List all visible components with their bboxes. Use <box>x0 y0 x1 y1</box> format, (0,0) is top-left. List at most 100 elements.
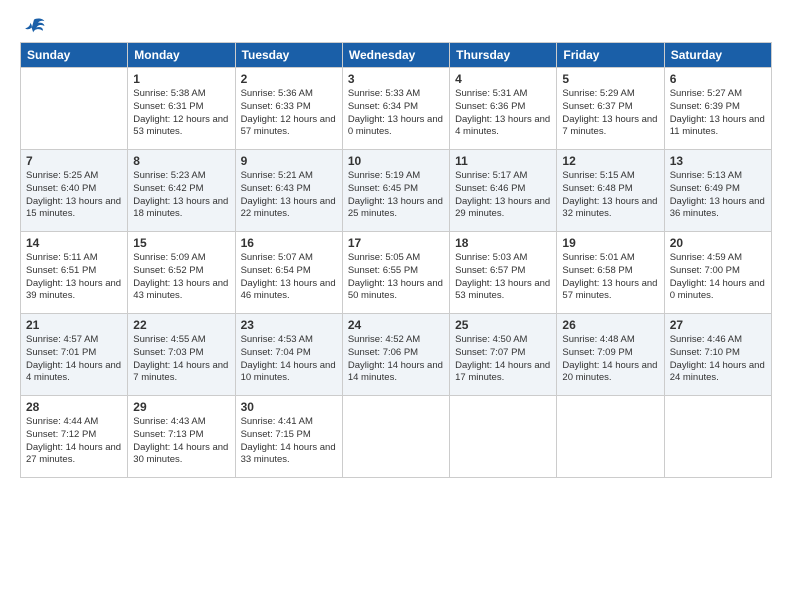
day-cell: 30Sunrise: 4:41 AMSunset: 7:15 PMDayligh… <box>235 396 342 478</box>
week-row-1: 1Sunrise: 5:38 AMSunset: 6:31 PMDaylight… <box>21 68 772 150</box>
day-info: Sunrise: 4:52 AMSunset: 7:06 PMDaylight:… <box>348 334 444 385</box>
day-number: 17 <box>348 236 444 250</box>
day-cell <box>664 396 771 478</box>
day-number: 26 <box>562 318 658 332</box>
day-cell: 6 Sunrise: 5:27 AMSunset: 6:39 PMDaylight… <box>664 68 771 150</box>
day-cell: 3 Sunrise: 5:33 AMSunset: 6:34 PMDaylight… <box>342 68 449 150</box>
day-cell: 23 Sunrise: 4:53 AMSunset: 7:04 PMDayligh… <box>235 314 342 396</box>
day-info: Sunrise: 5:01 AMSunset: 6:58 PMDaylight:… <box>562 252 658 303</box>
day-number: 22 <box>133 318 229 332</box>
day-info: Sunrise: 5:31 AMSunset: 6:36 PMDaylight:… <box>455 88 551 139</box>
page: SundayMondayTuesdayWednesdayThursdayFrid… <box>0 0 792 612</box>
week-row-2: 7 Sunrise: 5:25 AMSunset: 6:40 PMDaylight… <box>21 150 772 232</box>
day-number: 5 <box>562 72 658 86</box>
col-header-saturday: Saturday <box>664 43 771 68</box>
day-info: Sunrise: 5:15 AMSunset: 6:48 PMDaylight:… <box>562 170 658 221</box>
day-cell: 7 Sunrise: 5:25 AMSunset: 6:40 PMDaylight… <box>21 150 128 232</box>
day-info: Sunrise: 5:27 AMSunset: 6:39 PMDaylight:… <box>670 88 766 139</box>
day-info: Sunrise: 5:38 AMSunset: 6:31 PMDaylight:… <box>133 88 229 139</box>
day-number: 8 <box>133 154 229 168</box>
day-cell: 29 Sunrise: 4:43 AMSunset: 7:13 PMDayligh… <box>128 396 235 478</box>
day-info: Sunrise: 5:33 AMSunset: 6:34 PMDaylight:… <box>348 88 444 139</box>
day-info: Sunrise: 5:25 AMSunset: 6:40 PMDaylight:… <box>26 170 122 221</box>
day-info: Sunrise: 5:19 AMSunset: 6:45 PMDaylight:… <box>348 170 444 221</box>
day-cell: 21 Sunrise: 4:57 AMSunset: 7:01 PMDayligh… <box>21 314 128 396</box>
day-number: 14 <box>26 236 122 250</box>
day-cell: 2 Sunrise: 5:36 AMSunset: 6:33 PMDaylight… <box>235 68 342 150</box>
day-number: 27 <box>670 318 766 332</box>
logo-text <box>20 16 46 36</box>
day-cell <box>557 396 664 478</box>
day-cell: 14Sunrise: 5:11 AMSunset: 6:51 PMDayligh… <box>21 232 128 314</box>
day-number: 30 <box>241 400 337 414</box>
day-cell: 11 Sunrise: 5:17 AMSunset: 6:46 PMDayligh… <box>450 150 557 232</box>
day-cell: 24Sunrise: 4:52 AMSunset: 7:06 PMDayligh… <box>342 314 449 396</box>
day-number: 29 <box>133 400 229 414</box>
day-number: 23 <box>241 318 337 332</box>
day-cell: 5Sunrise: 5:29 AMSunset: 6:37 PMDaylight… <box>557 68 664 150</box>
day-cell: 9Sunrise: 5:21 AMSunset: 6:43 PMDaylight… <box>235 150 342 232</box>
day-cell: 16Sunrise: 5:07 AMSunset: 6:54 PMDayligh… <box>235 232 342 314</box>
day-info: Sunrise: 4:53 AMSunset: 7:04 PMDaylight:… <box>241 334 337 385</box>
day-cell: 13 Sunrise: 5:13 AMSunset: 6:49 PMDayligh… <box>664 150 771 232</box>
day-info: Sunrise: 4:57 AMSunset: 7:01 PMDaylight:… <box>26 334 122 385</box>
day-number: 12 <box>562 154 658 168</box>
day-number: 4 <box>455 72 551 86</box>
logo-bird-icon <box>22 16 46 36</box>
day-cell: 1Sunrise: 5:38 AMSunset: 6:31 PMDaylight… <box>128 68 235 150</box>
day-cell: 26 Sunrise: 4:48 AMSunset: 7:09 PMDayligh… <box>557 314 664 396</box>
col-header-thursday: Thursday <box>450 43 557 68</box>
day-cell: 27 Sunrise: 4:46 AMSunset: 7:10 PMDayligh… <box>664 314 771 396</box>
day-info: Sunrise: 5:13 AMSunset: 6:49 PMDaylight:… <box>670 170 766 221</box>
day-number: 6 <box>670 72 766 86</box>
day-number: 13 <box>670 154 766 168</box>
day-info: Sunrise: 5:23 AMSunset: 6:42 PMDaylight:… <box>133 170 229 221</box>
day-info: Sunrise: 4:59 AMSunset: 7:00 PMDaylight:… <box>670 252 766 303</box>
day-info: Sunrise: 5:17 AMSunset: 6:46 PMDaylight:… <box>455 170 551 221</box>
day-info: Sunrise: 4:50 AMSunset: 7:07 PMDaylight:… <box>455 334 551 385</box>
day-cell: 19Sunrise: 5:01 AMSunset: 6:58 PMDayligh… <box>557 232 664 314</box>
day-cell: 25 Sunrise: 4:50 AMSunset: 7:07 PMDayligh… <box>450 314 557 396</box>
day-number: 7 <box>26 154 122 168</box>
logo <box>20 16 46 36</box>
day-number: 3 <box>348 72 444 86</box>
day-info: Sunrise: 5:21 AMSunset: 6:43 PMDaylight:… <box>241 170 337 221</box>
header <box>20 16 772 36</box>
calendar-table: SundayMondayTuesdayWednesdayThursdayFrid… <box>20 42 772 478</box>
day-cell: 18Sunrise: 5:03 AMSunset: 6:57 PMDayligh… <box>450 232 557 314</box>
day-number: 2 <box>241 72 337 86</box>
col-header-sunday: Sunday <box>21 43 128 68</box>
day-cell: 17 Sunrise: 5:05 AMSunset: 6:55 PMDayligh… <box>342 232 449 314</box>
col-header-friday: Friday <box>557 43 664 68</box>
day-number: 16 <box>241 236 337 250</box>
day-cell <box>450 396 557 478</box>
day-number: 28 <box>26 400 122 414</box>
day-info: Sunrise: 5:36 AMSunset: 6:33 PMDaylight:… <box>241 88 337 139</box>
day-number: 20 <box>670 236 766 250</box>
day-number: 18 <box>455 236 551 250</box>
day-number: 15 <box>133 236 229 250</box>
day-info: Sunrise: 4:43 AMSunset: 7:13 PMDaylight:… <box>133 416 229 467</box>
day-info: Sunrise: 4:55 AMSunset: 7:03 PMDaylight:… <box>133 334 229 385</box>
day-info: Sunrise: 4:44 AMSunset: 7:12 PMDaylight:… <box>26 416 122 467</box>
calendar-body: 1Sunrise: 5:38 AMSunset: 6:31 PMDaylight… <box>21 68 772 478</box>
day-cell: 4 Sunrise: 5:31 AMSunset: 6:36 PMDaylight… <box>450 68 557 150</box>
day-cell: 15 Sunrise: 5:09 AMSunset: 6:52 PMDayligh… <box>128 232 235 314</box>
week-row-4: 21 Sunrise: 4:57 AMSunset: 7:01 PMDayligh… <box>21 314 772 396</box>
day-info: Sunrise: 4:48 AMSunset: 7:09 PMDaylight:… <box>562 334 658 385</box>
day-cell: 22 Sunrise: 4:55 AMSunset: 7:03 PMDayligh… <box>128 314 235 396</box>
day-cell: 10Sunrise: 5:19 AMSunset: 6:45 PMDayligh… <box>342 150 449 232</box>
week-row-3: 14Sunrise: 5:11 AMSunset: 6:51 PMDayligh… <box>21 232 772 314</box>
day-cell: 12 Sunrise: 5:15 AMSunset: 6:48 PMDayligh… <box>557 150 664 232</box>
day-info: Sunrise: 5:09 AMSunset: 6:52 PMDaylight:… <box>133 252 229 303</box>
day-cell: 28 Sunrise: 4:44 AMSunset: 7:12 PMDayligh… <box>21 396 128 478</box>
day-info: Sunrise: 5:05 AMSunset: 6:55 PMDaylight:… <box>348 252 444 303</box>
day-number: 25 <box>455 318 551 332</box>
day-info: Sunrise: 4:46 AMSunset: 7:10 PMDaylight:… <box>670 334 766 385</box>
week-row-5: 28 Sunrise: 4:44 AMSunset: 7:12 PMDayligh… <box>21 396 772 478</box>
day-cell: 8 Sunrise: 5:23 AMSunset: 6:42 PMDaylight… <box>128 150 235 232</box>
day-cell <box>21 68 128 150</box>
day-cell: 20 Sunrise: 4:59 AMSunset: 7:00 PMDayligh… <box>664 232 771 314</box>
day-number: 11 <box>455 154 551 168</box>
day-number: 21 <box>26 318 122 332</box>
